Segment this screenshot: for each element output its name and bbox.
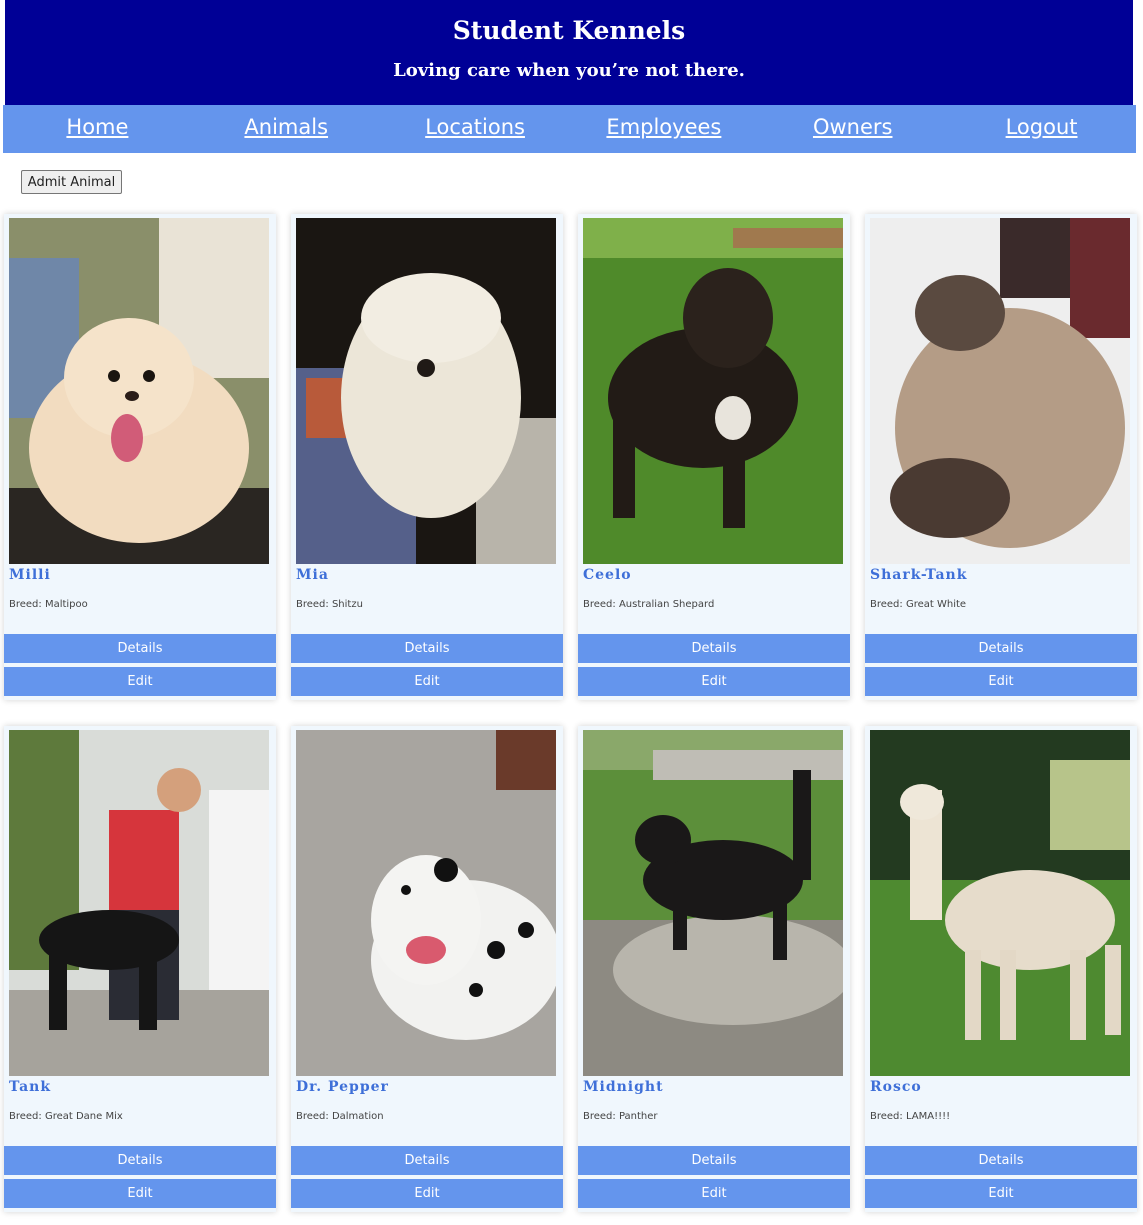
animal-breed: Breed: Shitzu	[296, 599, 363, 610]
details-button[interactable]: Details	[291, 634, 563, 663]
animal-photo	[9, 218, 269, 564]
edit-button[interactable]: Edit	[578, 1179, 850, 1208]
animal-card: Midnight Breed: Panther Details Edit	[578, 726, 850, 1212]
edit-button[interactable]: Edit	[865, 667, 1137, 696]
edit-button[interactable]: Edit	[291, 667, 563, 696]
animal-photo	[296, 218, 556, 564]
details-button[interactable]: Details	[578, 634, 850, 663]
animal-breed: Breed: Australian Shepard	[583, 599, 715, 610]
animal-name: Dr. Pepper	[296, 1079, 389, 1095]
edit-button[interactable]: Edit	[865, 1179, 1137, 1208]
edit-button[interactable]: Edit	[578, 667, 850, 696]
animal-card: Tank Breed: Great Dane Mix Details Edit	[4, 726, 276, 1212]
animal-photo	[870, 730, 1130, 1076]
details-button[interactable]: Details	[291, 1146, 563, 1175]
animal-breed: Breed: Dalmation	[296, 1111, 384, 1122]
animal-card: Dr. Pepper Breed: Dalmation Details Edit	[291, 726, 563, 1212]
animal-card: Rosco Breed: LAMA!!!! Details Edit	[865, 726, 1137, 1212]
animal-photo	[9, 730, 269, 1076]
nav-employees-link[interactable]: Employees	[569, 105, 758, 153]
animal-name: Milli	[9, 567, 51, 583]
animal-name: Shark-Tank	[870, 567, 968, 583]
animal-card: Milli Breed: Maltipoo Details Edit	[4, 214, 276, 700]
site-tagline: Loving care when you’re not there.	[393, 60, 745, 81]
animal-breed: Breed: Maltipoo	[9, 599, 88, 610]
site-header: Student Kennels Loving care when you’re …	[5, 0, 1133, 105]
nav-animals-link[interactable]: Animals	[192, 105, 381, 153]
animal-card: Ceelo Breed: Australian Shepard Details …	[578, 214, 850, 700]
animal-name: Tank	[9, 1079, 52, 1095]
edit-button[interactable]: Edit	[291, 1179, 563, 1208]
animal-breed: Breed: LAMA!!!!	[870, 1111, 951, 1122]
animal-photo	[583, 218, 843, 564]
edit-button[interactable]: Edit	[4, 1179, 276, 1208]
details-button[interactable]: Details	[865, 634, 1137, 663]
nav-home-link[interactable]: Home	[3, 105, 192, 153]
animal-breed: Breed: Great White	[870, 599, 967, 610]
edit-button[interactable]: Edit	[4, 667, 276, 696]
animal-breed: Breed: Great Dane Mix	[9, 1111, 123, 1122]
animal-photo	[583, 730, 843, 1076]
animal-photo	[296, 730, 556, 1076]
details-button[interactable]: Details	[4, 1146, 276, 1175]
details-button[interactable]: Details	[578, 1146, 850, 1175]
details-button[interactable]: Details	[865, 1146, 1137, 1175]
nav-owners-link[interactable]: Owners	[758, 105, 947, 153]
animal-breed: Breed: Panther	[583, 1111, 658, 1122]
animal-name: Ceelo	[583, 567, 632, 583]
animal-name: Mia	[296, 567, 329, 583]
nav-logout-link[interactable]: Logout	[947, 105, 1136, 153]
animal-name: Rosco	[870, 1079, 922, 1095]
nav-locations-link[interactable]: Locations	[381, 105, 570, 153]
site-title: Student Kennels	[452, 16, 686, 45]
animal-card: Shark-Tank Breed: Great White Details Ed…	[865, 214, 1137, 700]
animal-name: Midnight	[583, 1079, 664, 1095]
details-button[interactable]: Details	[4, 634, 276, 663]
main-nav: Home Animals Locations Employees Owners …	[3, 105, 1136, 153]
animal-photo	[870, 218, 1130, 564]
animal-card: Mia Breed: Shitzu Details Edit	[291, 214, 563, 700]
admit-animal-button[interactable]: Admit Animal	[21, 170, 122, 194]
